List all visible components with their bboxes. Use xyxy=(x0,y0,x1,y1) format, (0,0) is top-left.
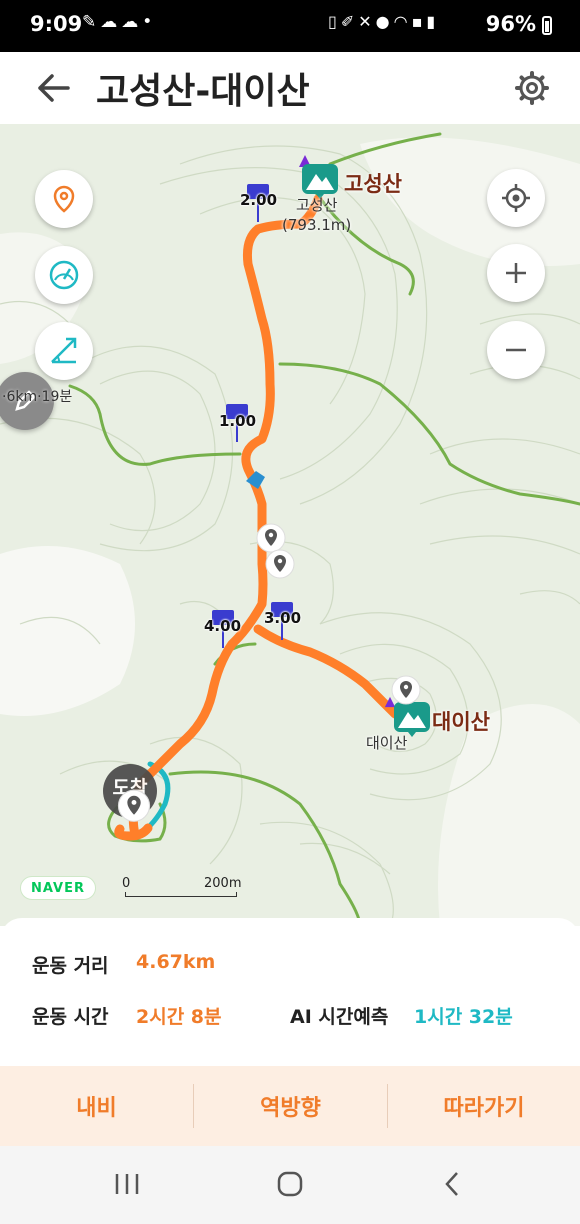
system-icons: ▯✐✕●◠▪▮ xyxy=(328,12,439,31)
current-location-button[interactable] xyxy=(487,169,545,227)
place-pin-icon[interactable] xyxy=(390,674,422,710)
signal-icon: ▮ xyxy=(426,12,440,31)
zoom-out-button[interactable] xyxy=(487,321,545,379)
back-icon xyxy=(445,1172,458,1196)
map-view[interactable]: 2.00 1.00 3.00 4.00 고성산 고성산 (793.1m) 대이산… xyxy=(0,124,580,926)
arrow-left-icon xyxy=(38,74,70,102)
peak-name-goseongsan: 고성산 xyxy=(344,172,402,196)
map-canvas xyxy=(0,132,580,926)
home-icon xyxy=(277,1171,303,1197)
battery-saver-icon: ▯ xyxy=(328,12,341,31)
reverse-button[interactable]: 역방향 xyxy=(194,1066,387,1146)
peak-sub-goseongsan: 고성산 xyxy=(296,196,338,214)
ai-estimate-label: AI 시간예측 xyxy=(290,1006,389,1028)
battery-percent: 96% xyxy=(485,12,536,36)
map-scale: 0 200m xyxy=(122,876,246,900)
km-label-2: 2.00 xyxy=(240,191,278,209)
recent-apps-icon xyxy=(115,1174,139,1194)
action-bar: 내비 역방향 따라가기 xyxy=(0,1066,580,1146)
km-label-3: 3.00 xyxy=(264,609,302,627)
settings-button[interactable] xyxy=(510,66,554,110)
side-label: ·6km·19분 xyxy=(2,389,73,405)
distance-value: 4.67km xyxy=(136,951,216,973)
time-label: 운동 시간 xyxy=(32,1006,109,1028)
km-label-4: 4.00 xyxy=(204,617,242,635)
scale-end: 200m xyxy=(204,876,242,891)
speedometer-button[interactable] xyxy=(35,246,93,304)
crosshair-icon xyxy=(502,184,530,212)
battery-icon xyxy=(542,16,552,35)
peak-elevation-goseongsan: (793.1m) xyxy=(282,216,352,234)
slope-button[interactable] xyxy=(35,322,93,380)
naver-logo: NAVER xyxy=(20,876,96,900)
zoom-in-button[interactable] xyxy=(487,244,545,302)
place-pin-icon[interactable] xyxy=(116,788,152,828)
status-bar: 9:09 ✎☁☁• ▯✐✕●◠▪▮ 96% xyxy=(0,0,580,52)
recent-apps-button[interactable] xyxy=(97,1164,157,1204)
location-pin-button[interactable] xyxy=(35,170,93,228)
time-value: 2시간 8분 xyxy=(136,1006,222,1028)
dot-icon: • xyxy=(142,12,157,32)
hd-voice-icon: ▪ xyxy=(411,12,427,31)
location-icon: ● xyxy=(375,12,394,31)
zoom-in-icon xyxy=(506,263,526,283)
ai-estimate-value: 1시간 32분 xyxy=(414,1006,513,1028)
cloud-icon: ☁ xyxy=(121,12,143,32)
home-button[interactable] xyxy=(260,1164,320,1204)
follow-button[interactable]: 따라가기 xyxy=(388,1066,580,1146)
scale-line xyxy=(125,892,237,897)
mute-icon: ✕ xyxy=(358,12,376,31)
system-nav-bar xyxy=(0,1146,580,1224)
wifi-icon: ◠ xyxy=(393,12,412,31)
peak-sub-daeisan: 대이산 xyxy=(366,734,408,752)
location-pin-icon xyxy=(53,185,75,213)
navi-button[interactable]: 내비 xyxy=(0,1066,193,1146)
distance-label: 운동 거리 xyxy=(32,955,109,977)
peak-name-daeisan: 대이산 xyxy=(432,710,490,734)
back-button[interactable] xyxy=(30,66,80,110)
status-time: 9:09 xyxy=(30,12,83,36)
system-back-button[interactable] xyxy=(422,1164,482,1204)
notification-icon: ✎ xyxy=(82,12,101,32)
zoom-out-icon xyxy=(506,348,526,352)
place-pin-icon[interactable] xyxy=(264,548,296,584)
app-bar: 고성산-대이산 xyxy=(0,52,580,124)
page-title: 고성산-대이산 xyxy=(96,71,310,112)
scale-start: 0 xyxy=(122,876,131,891)
gear-icon xyxy=(515,71,549,105)
route-stats-card: 운동 거리 4.67km 운동 시간 2시간 8분 AI 시간예측 1시간 32… xyxy=(0,918,580,1066)
cloud-icon: ☁ xyxy=(100,12,122,32)
notification-icons: ✎☁☁• xyxy=(82,12,156,32)
slope-icon xyxy=(51,337,77,364)
pen-icon: ✐ xyxy=(340,12,359,31)
km-label-1: 1.00 xyxy=(219,412,257,430)
speedometer-icon xyxy=(49,260,79,290)
